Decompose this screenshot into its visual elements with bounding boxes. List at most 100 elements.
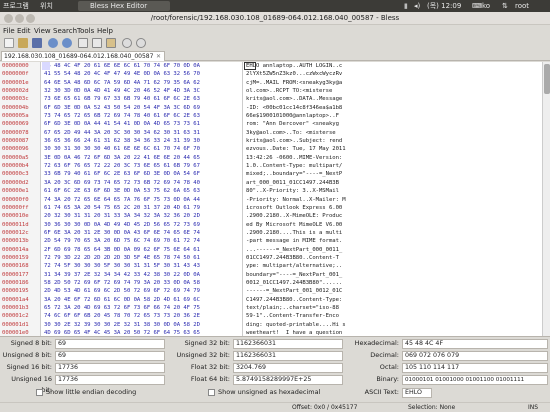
scrollbar-thumb[interactable] (544, 64, 550, 94)
ascii-row[interactable]: cjM=..MAIL FROM:<sneakyg3ky@a (243, 79, 542, 87)
keyboard-icon[interactable]: ⌨ (472, 0, 482, 12)
little-endian-checkbox[interactable] (36, 389, 43, 396)
hex-row[interactable]: 2F 6D 69 78 65 64 3B 0D 0A 09 62 6F 75 6… (41, 246, 241, 254)
ascii-row[interactable]: ding: quoted-printable....Hi s (243, 321, 542, 329)
ascii-row[interactable]: ype: multipart/alternative;.. (243, 262, 542, 270)
hex-row[interactable]: 65 72 3A 20 4D 69 63 72 6F 73 6F 66 74 2… (41, 304, 241, 312)
hex-row[interactable]: 6F 6D 3E 0D 0A 44 41 54 41 0D 0A 4D 65 7… (41, 120, 241, 128)
hex-editor[interactable]: 00000000 0000000f 0000001e 0000002d 0000003c… (0, 62, 550, 337)
hex-row[interactable]: 2D 4D 53 4D 61 69 6C 2D 50 72 69 6F 72 6… (41, 287, 241, 295)
battery-icon[interactable]: ▮ (404, 0, 408, 12)
ascii-row[interactable]: art_000_0011_01CC1497.244B3B (243, 179, 542, 187)
close-tab-icon[interactable]: ✕ (156, 52, 161, 61)
hex-row[interactable]: 61 6F 6C 2E 63 6F 6D 3E 0D 0A 53 75 62 6… (41, 187, 241, 195)
ascii-row[interactable]: .2900.2180....This is a multi (243, 229, 542, 237)
hex-row[interactable]: 3A 20 4E 6F 72 6D 61 6C 0D 0A 58 2D 4D 6… (41, 296, 241, 304)
ascii-row[interactable]: ------=_NextPart_001_0012_01C (243, 287, 542, 295)
ascii-row[interactable]: ol.com>..RCPT TO:<misterse (243, 87, 542, 95)
ascii-row[interactable]: kritx@aol.com>..DATA..Message (243, 95, 542, 103)
hex-row[interactable]: 67 65 2D 49 44 3A 20 3C 30 30 34 62 30 3… (41, 129, 241, 137)
status-mode[interactable]: INS (528, 403, 538, 412)
hex-row[interactable]: 72 63 6F 76 65 72 22 20 3C 73 6E 65 61 6… (41, 162, 241, 170)
menu-search[interactable]: Search (53, 26, 77, 37)
redo-icon[interactable] (62, 38, 72, 48)
hex-row[interactable]: 32 30 3D 0D 0A 4D 41 49 4C 20 46 52 4F 4… (41, 87, 241, 95)
ascii-row[interactable]: .2900.2180..X-MimeOLE: Produc (243, 212, 542, 220)
places-menu[interactable]: 위치 (40, 0, 53, 12)
float32-field[interactable]: 3204.769 (233, 363, 343, 373)
cut-icon[interactable] (78, 38, 88, 48)
find-replace-icon[interactable] (136, 38, 146, 48)
hex-row[interactable]: 73 74 65 72 65 6B 72 69 74 78 40 61 6F 6… (41, 112, 241, 120)
hex-row[interactable]: 6F 6E 3A 20 31 2E 30 0D 0A 43 6F 6E 74 6… (41, 229, 241, 237)
ascii-row[interactable]: mixed;..boundary="----=_NextP (243, 170, 542, 178)
ascii-row[interactable]: rom: "Ann Dercover" <sneakyg (243, 120, 542, 128)
ascii-row[interactable]: 1.0..Content-Type: multipart/ (243, 162, 542, 170)
maximize-window-icon[interactable] (26, 14, 35, 23)
ascii-row[interactable]: kritx@aol.com>..Subject: rend (243, 137, 542, 145)
menu-edit[interactable]: Edit (17, 26, 31, 37)
ascii-row[interactable]: 66e$1900101000@annlaptop>..F (243, 112, 542, 120)
ascii-row[interactable]: 3ky@aol.com>..To: <misterse (243, 129, 542, 137)
close-window-icon[interactable] (4, 14, 13, 23)
ascii-row[interactable]: -ID: <00bc01cc14c8f346ea$a1b8 (243, 104, 542, 112)
paste-icon[interactable] (106, 38, 116, 48)
signed8-field[interactable]: 69 (55, 339, 165, 349)
ascii-row[interactable]: 80"..X-Priority: 3..X-MSMail (243, 187, 542, 195)
volume-icon[interactable]: ◂) (414, 0, 420, 12)
clock[interactable]: (목) 12:09 (427, 0, 461, 12)
octal-field[interactable]: 105 110 114 117 (402, 363, 548, 373)
hex-row[interactable]: 3E 0D 0A 46 72 6F 6D 3A 20 22 41 6E 6E 2… (41, 154, 241, 162)
hex-row[interactable]: 41 55 54 48 20 4C 4F 47 49 4E 0D 0A 63 3… (41, 70, 241, 78)
hex-row[interactable]: 72 79 3D 22 2D 2D 2D 2D 3D 5F 4E 65 78 7… (41, 254, 241, 262)
find-icon[interactable] (122, 38, 132, 48)
save-icon[interactable] (32, 38, 42, 48)
menu-view[interactable]: View (34, 26, 51, 37)
unsigned-hex-checkbox[interactable] (208, 389, 215, 396)
ascii-row[interactable]: text/plain;..charset="iso-88 (243, 304, 542, 312)
window-titlebar[interactable]: /root/forensic/192.168.030.108_01689-064… (0, 12, 550, 25)
signed32-field[interactable]: 1162366031 (233, 339, 343, 349)
ascii-column[interactable]: EHLO annlaptop..AUTH LOGIN..c 2lYXt5ZW5nZ… (242, 62, 542, 336)
hex-row[interactable]: 4D 69 6D 65 4F 4C 45 3A 20 50 72 6F 64 7… (41, 329, 241, 337)
ascii-row[interactable]: ...------=_NextPart_000_0011_ (243, 246, 542, 254)
ascii-row[interactable]: -part message in MIME format. (243, 237, 542, 245)
hex-column[interactable]: 45 48 4C 4F 20 61 6E 6E 6C 61 70 74 6F 7… (40, 62, 241, 336)
ascii-row[interactable]: -Priority: Normal..X-Mailer: M (243, 196, 542, 204)
ascii-row[interactable]: 01CC1497.244B3B80..Content-T (243, 254, 542, 262)
signed16-field[interactable]: 17736 (55, 363, 165, 373)
unsigned16-field[interactable]: 17736 (55, 375, 165, 385)
unsigned8-field[interactable]: 69 (55, 351, 165, 361)
undo-icon[interactable] (48, 38, 58, 48)
vertical-scrollbar[interactable] (542, 62, 550, 336)
menu-file[interactable]: File (3, 26, 15, 37)
unsigned32-field[interactable]: 1162366031 (233, 351, 343, 361)
hex-row[interactable]: 2D 54 79 70 65 3A 20 6D 75 6C 74 69 70 6… (41, 237, 241, 245)
decimal-field[interactable]: 069 072 076 079 (402, 351, 548, 361)
binary-field[interactable]: 01000101 01001000 01001100 01001111 (402, 375, 548, 385)
hex-row[interactable]: 30 30 2E 32 39 30 30 2E 32 31 38 30 0D 0… (41, 321, 241, 329)
menu-tools[interactable]: Tools (77, 26, 94, 37)
hex-row[interactable]: 58 2D 50 72 69 6F 72 69 74 79 3A 20 33 0… (41, 279, 241, 287)
float64-field[interactable]: 5.8749158289997E+25 (233, 375, 343, 385)
hex-row[interactable]: 45 48 4C 4F 20 61 6E 6E 6C 61 70 74 6F 7… (41, 62, 241, 70)
ascii-row[interactable]: 0012_01CC1497.244B3B80"...... (243, 279, 542, 287)
ascii-row[interactable]: ezvous..Date: Tue, 17 May 2011 (243, 145, 542, 153)
minimize-window-icon[interactable] (15, 14, 24, 23)
language-indicator[interactable]: ko (482, 0, 490, 12)
network-icon[interactable]: ⇅ (502, 0, 508, 12)
taskbar-window-button[interactable]: Bless Hex Editor (78, 1, 170, 11)
hex-row[interactable]: 30 30 31 30 30 30 40 61 6E 6E 6C 61 70 7… (41, 145, 241, 153)
apps-menu[interactable]: 프로그램 (3, 0, 29, 12)
ascii-row[interactable]: icrosoft Outlook Express 6.00 (243, 204, 542, 212)
hex-row[interactable]: 30 36 30 30 0D 0A 4D 49 4D 45 2D 56 65 7… (41, 221, 241, 229)
user-menu[interactable]: root (515, 0, 529, 12)
hex-row[interactable]: 74 6C 6F 6F 6B 20 45 78 70 72 65 73 73 2… (41, 312, 241, 320)
hex-row[interactable]: 20 32 30 31 31 20 31 33 3A 34 32 3A 32 3… (41, 212, 241, 220)
tab-file[interactable]: 192.168.030.108_01689-064.012.168.040_00… (1, 51, 165, 61)
hex-field[interactable]: 45 48 4C 4F (402, 339, 548, 349)
hex-row[interactable]: 61 74 65 3A 20 54 75 65 2C 20 31 37 20 4… (41, 204, 241, 212)
hex-row[interactable]: 73 6E 65 61 6B 79 67 33 6B 79 40 61 6F 6… (41, 95, 241, 103)
hex-row[interactable]: 6F 6D 3E 0D 0A 52 43 50 54 20 54 4F 3A 3… (41, 104, 241, 112)
menu-help[interactable]: Help (97, 26, 113, 37)
